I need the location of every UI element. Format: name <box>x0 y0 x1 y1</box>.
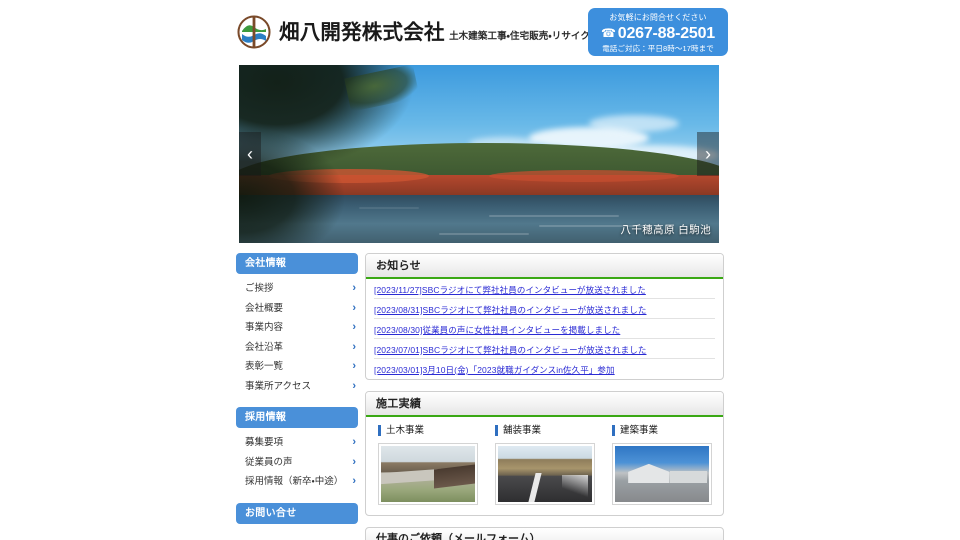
sidebar-item-office-access[interactable]: 事業所アクセス › <box>236 377 358 397</box>
news-item[interactable]: [2023/08/30]従業員の声に女性社員インタビューを掲載しました <box>374 319 715 339</box>
sidebar-heading-inquiry: お問い合せ <box>236 502 358 524</box>
hero-water-ripple <box>359 207 419 209</box>
content-columns: 会社情報 ご挨拶 › 会社概要 › 事業内容 › 会社沿革 › 表彰一覧 › 事… <box>232 243 728 540</box>
sidebar-item-greeting[interactable]: ご挨拶 › <box>236 279 358 299</box>
news-panel: お知らせ [2023/11/27]SBCラジオにて弊社社員のインタビューが放送さ… <box>365 253 724 380</box>
chevron-right-icon: › <box>352 360 356 372</box>
sidebar-item-label: 事業所アクセス <box>245 380 312 392</box>
hero-water-ripple <box>489 215 619 217</box>
chevron-right-icon: › <box>352 301 356 314</box>
news-link[interactable]: [2023/08/31]SBCラジオにて弊社社員のインタビューが放送されました <box>374 305 646 315</box>
works-row: 土木事業 舗装事業 建築事業 <box>372 425 717 505</box>
phone-icon: ☎ <box>601 26 616 40</box>
news-link[interactable]: [2023/11/27]SBCラジオにて弊社社員のインタビューが放送されました <box>374 285 646 295</box>
sidebar-list-company: ご挨拶 › 会社概要 › 事業内容 › 会社沿革 › 表彰一覧 › 事業所アクセ… <box>236 274 358 396</box>
chevron-right-icon: › <box>352 282 356 294</box>
sidebar: 会社情報 ご挨拶 › 会社概要 › 事業内容 › 会社沿革 › 表彰一覧 › 事… <box>236 253 358 535</box>
sidebar-item-business-content[interactable]: 事業内容 › <box>236 318 358 338</box>
sidebar-block-recruit: 採用情報 募集要項 › 従業員の声 › 採用情報（新卒・中途） › <box>236 407 358 492</box>
sidebar-heading-recruit: 採用情報 <box>236 407 358 428</box>
company-name: 畑八開発株式会社 <box>279 19 445 44</box>
sidebar-item-label: 会社沿革 <box>245 341 284 353</box>
site-wrapper: 畑八開発株式会社 土木建築工事・住宅販売・リサイクル事業 お気軽にお問合せくださ… <box>232 0 728 540</box>
building-photo <box>615 446 709 502</box>
sidebar-heading-company: 会社情報 <box>236 253 358 274</box>
works-category-paving[interactable]: 舗装事業 <box>495 425 595 505</box>
carousel-prev-button[interactable]: ‹ <box>239 132 261 176</box>
brand-block[interactable]: 畑八開発株式会社 土木建築工事・住宅販売・リサイクル事業 <box>236 14 618 50</box>
chevron-right-icon: › <box>352 455 356 468</box>
news-link[interactable]: [2023/08/30]従業員の声に女性社員インタビューを掲載しました <box>374 325 620 335</box>
works-panel: 施工実績 土木事業 舗装事業 建築事業 <box>365 391 724 516</box>
sidebar-list-recruit: 募集要項 › 従業員の声 › 採用情報（新卒・中途） › <box>236 428 358 492</box>
hero-cloud <box>589 115 679 132</box>
news-item[interactable]: [2023/07/01]SBCラジオにて弊社社員のインタビューが放送されました <box>374 339 715 359</box>
sidebar-item-employee-voices[interactable]: 従業員の声 › <box>236 453 358 473</box>
sidebar-item-label: 表彰一覧 <box>245 361 284 372</box>
sidebar-item-company-profile[interactable]: 会社概要 › <box>236 299 358 319</box>
hero-water-ripple <box>439 233 529 235</box>
works-category-building[interactable]: 建築事業 <box>612 425 712 505</box>
news-panel-title: お知らせ <box>366 254 723 279</box>
news-list: [2023/11/27]SBCラジオにて弊社社員のインタビューが放送されました … <box>366 279 723 379</box>
page-root: 畑八開発株式会社 土木建築工事・住宅販売・リサイクル事業 お気軽にお問合せくださ… <box>0 0 960 540</box>
chevron-right-icon: › <box>352 340 356 353</box>
chevron-right-icon: › <box>352 379 356 392</box>
sidebar-item-history[interactable]: 会社沿革 › <box>236 338 358 358</box>
chevron-right-icon: › <box>352 475 356 487</box>
sidebar-item-label: 会社概要 <box>245 302 284 314</box>
sidebar-block-inquiry: お問い合せ <box>236 502 358 524</box>
chevron-right-icon: › <box>352 436 356 448</box>
news-item[interactable]: [2023/03/01]3月10日(金)「2023就職ガイダンスin佐久平」参加 <box>374 359 715 379</box>
contact-hours: 電話ご対応：平日8時〜17時まで <box>602 44 714 53</box>
sidebar-item-recruit-info[interactable]: 採用情報（新卒・中途） › <box>236 472 358 492</box>
sidebar-item-awards[interactable]: 表彰一覧 › <box>236 357 358 377</box>
sidebar-item-label: 採用情報（新卒・中途） <box>245 476 344 487</box>
sidebar-item-label: ご挨拶 <box>245 283 274 294</box>
hero-caption: 八千穂高原 白駒池 <box>620 224 711 236</box>
news-item[interactable]: [2023/08/31]SBCラジオにて弊社社員のインタビューが放送されました <box>374 299 715 319</box>
news-link[interactable]: [2023/03/01]3月10日(金)「2023就職ガイダンスin佐久平」参加 <box>374 365 615 375</box>
works-category-label: 土木事業 <box>378 425 478 436</box>
works-thumbnail-building[interactable] <box>612 443 712 505</box>
contact-box[interactable]: お気軽にお問合せください ☎ 0267-88-2501 電話ご対応：平日8時〜1… <box>588 8 728 56</box>
works-category-label: 舗装事業 <box>495 425 595 436</box>
chevron-right-icon: › <box>352 321 356 333</box>
company-logo-icon <box>236 14 272 50</box>
works-panel-title: 施工実績 <box>366 392 723 417</box>
sidebar-item-job-requirements[interactable]: 募集要項 › <box>236 433 358 453</box>
chevron-right-icon: › <box>705 144 711 164</box>
works-category-label: 建築事業 <box>612 425 712 436</box>
contact-lead: お気軽にお問合せください <box>609 13 707 22</box>
news-link[interactable]: [2023/07/01]SBCラジオにて弊社社員のインタビューが放送されました <box>374 345 646 355</box>
brand-text: 畑八開発株式会社 土木建築工事・住宅販売・リサイクル事業 <box>279 19 618 44</box>
sidebar-item-label: 募集要項 <box>245 437 284 448</box>
chevron-left-icon: ‹ <box>247 144 253 164</box>
works-thumbnail-paving[interactable] <box>495 443 595 505</box>
carousel-next-button[interactable]: › <box>697 132 719 176</box>
site-header: 畑八開発株式会社 土木建築工事・住宅販売・リサイクル事業 お気軽にお問合せくださ… <box>232 0 728 65</box>
news-item[interactable]: [2023/11/27]SBCラジオにて弊社社員のインタビューが放送されました <box>374 279 715 299</box>
hero-carousel[interactable]: ‹ › 八千穂高原 白駒池 <box>239 65 719 243</box>
works-category-civil[interactable]: 土木事業 <box>378 425 478 505</box>
main-column: お知らせ [2023/11/27]SBCラジオにて弊社社員のインタビューが放送さ… <box>365 253 724 540</box>
sidebar-block-company: 会社情報 ご挨拶 › 会社概要 › 事業内容 › 会社沿革 › 表彰一覧 › 事… <box>236 253 358 396</box>
paved-road-photo <box>498 446 592 502</box>
contact-phone-number: 0267-88-2501 <box>617 25 715 42</box>
works-body: 土木事業 舗装事業 建築事業 <box>366 417 723 515</box>
contact-phone-row[interactable]: ☎ 0267-88-2501 <box>588 24 728 43</box>
sidebar-item-label: 従業員の声 <box>245 456 293 468</box>
bridge-civil-photo <box>381 446 475 502</box>
works-thumbnail-civil[interactable] <box>378 443 478 505</box>
sidebar-item-label: 事業内容 <box>245 322 284 333</box>
inquiry-panel-title: 仕事のご依頼（メールフォーム） <box>365 527 724 540</box>
